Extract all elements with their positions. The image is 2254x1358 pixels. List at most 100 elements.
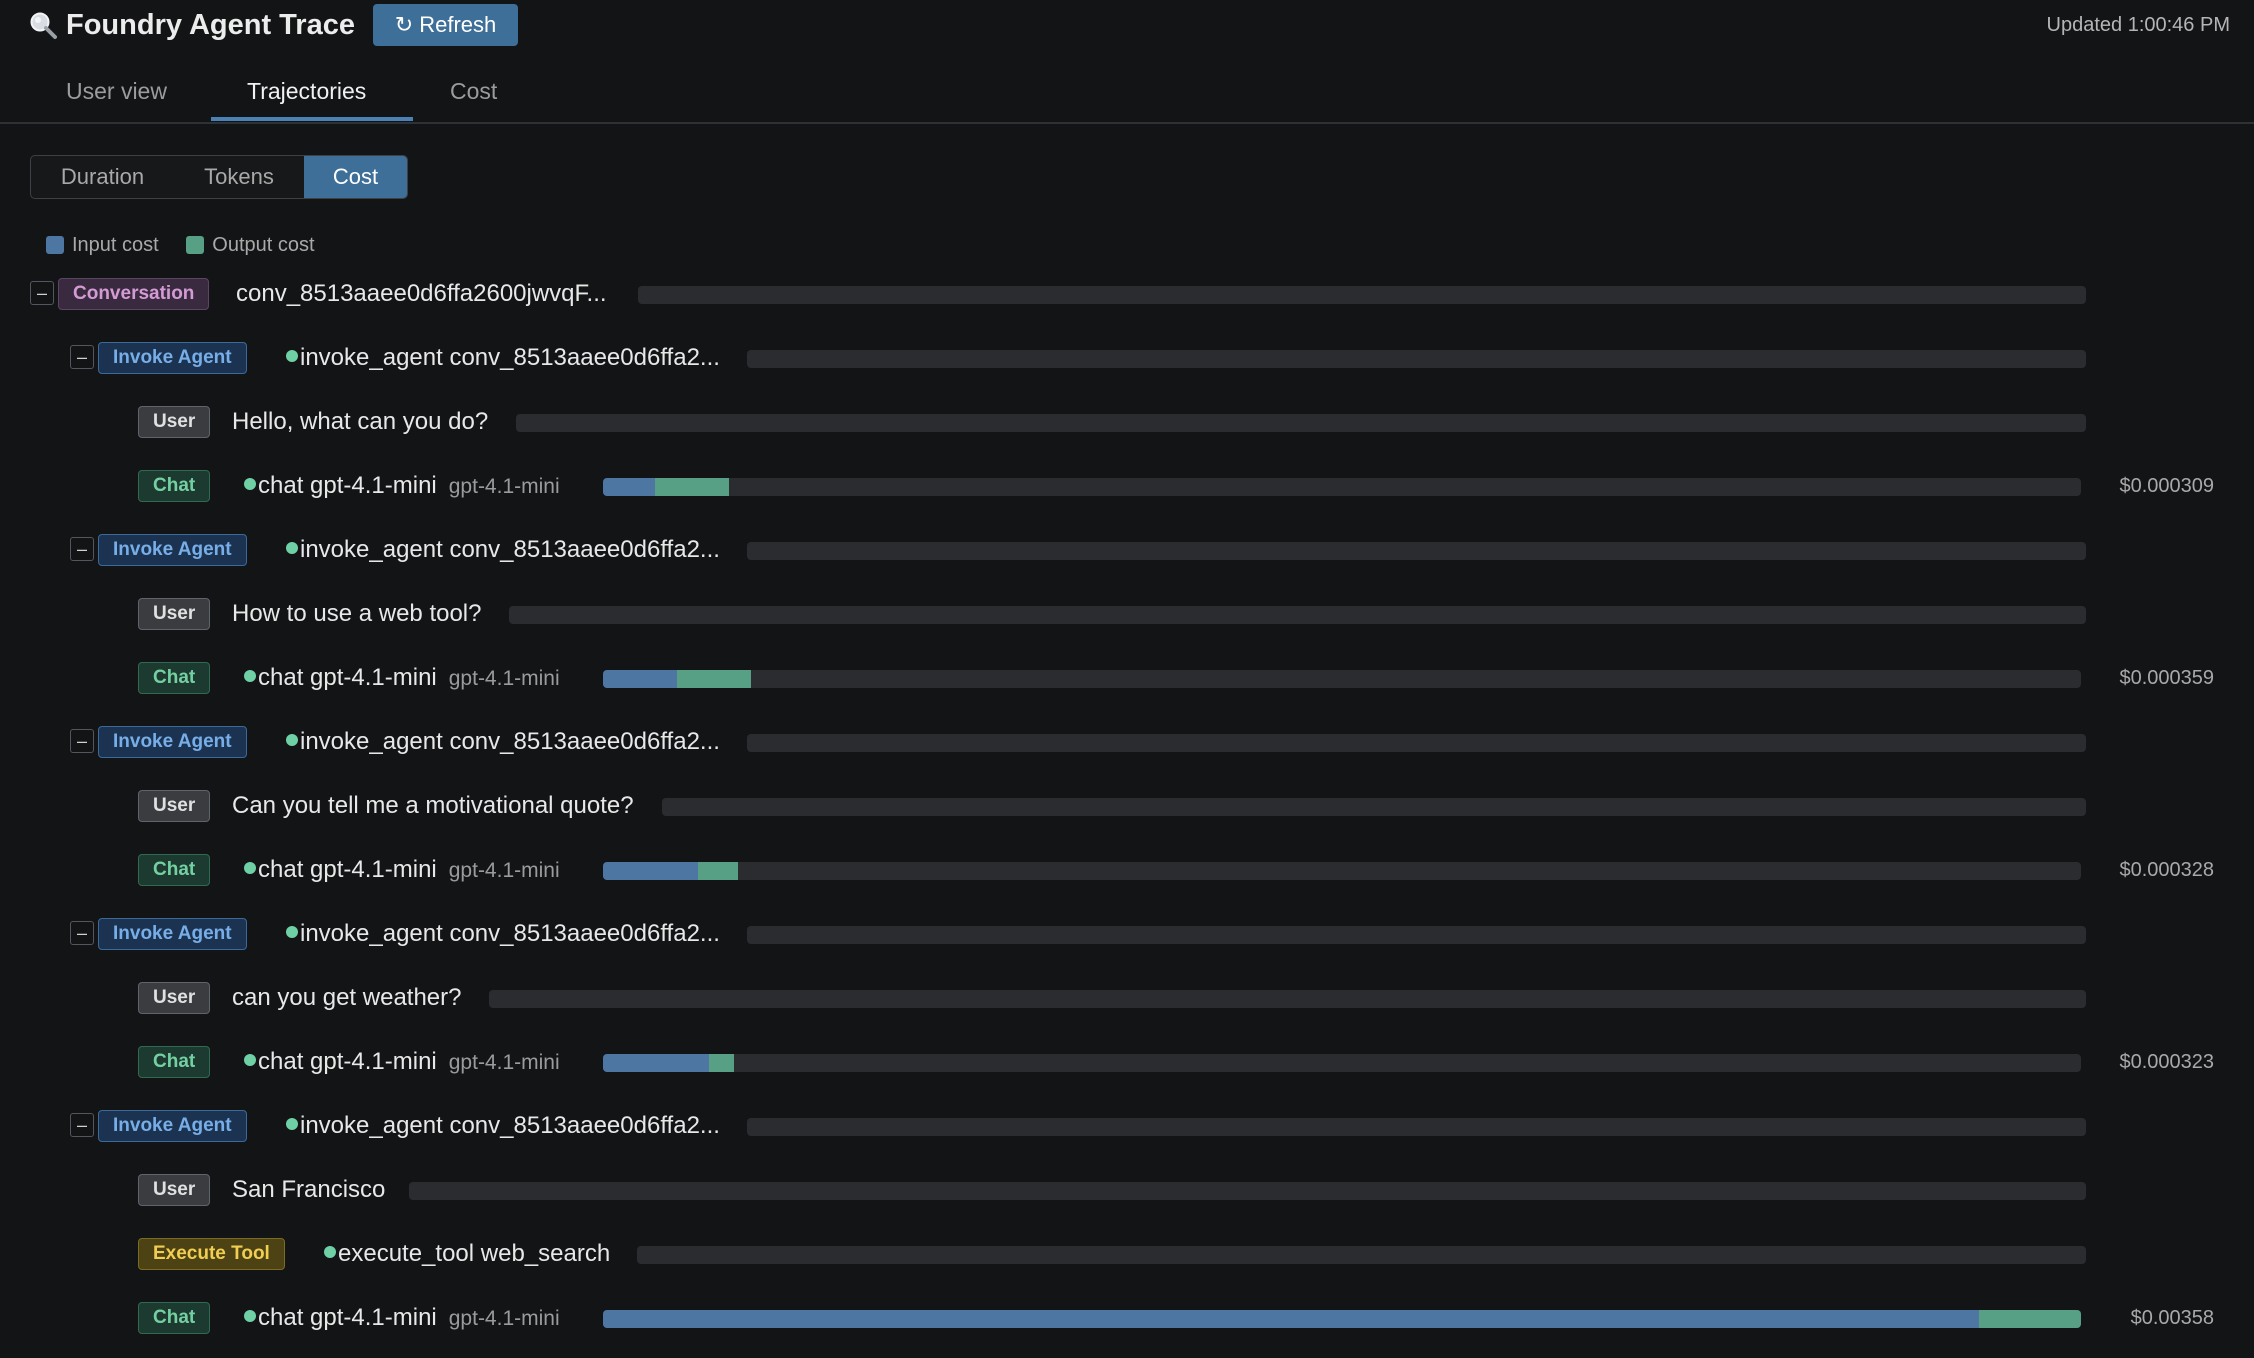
input-cost-bar: [603, 862, 698, 880]
status-dot-icon: [286, 926, 298, 938]
status-dot-icon: [244, 1310, 256, 1322]
span-label: Hello, what can you do?: [232, 406, 488, 438]
metric-duration-button[interactable]: Duration: [31, 156, 174, 198]
trace-row-tool[interactable]: Execute Tool execute_tool web_search: [0, 1234, 2254, 1274]
input-cost-bar: [603, 670, 677, 688]
output-cost-bar: [709, 1054, 734, 1072]
status-dot-icon: [286, 734, 298, 746]
trace-row-user[interactable]: User can you get weather?: [0, 978, 2254, 1018]
metric-toggle: Duration Tokens Cost: [30, 155, 408, 199]
span-type-badge: Conversation: [58, 278, 210, 310]
status-dot-icon: [244, 670, 256, 682]
span-name: conv_8513aaee0d6ffa2600jwvqF...: [236, 280, 607, 307]
trace-row-conv[interactable]: – Conversation conv_8513aaee0d6ffa2600jwvq…: [0, 274, 2254, 314]
span-name: invoke_agent conv_8513aaee0d6ffa2...: [300, 728, 720, 755]
span-type-badge: Invoke Agent: [98, 726, 247, 758]
span-type-badge: Chat: [138, 470, 211, 502]
trace-row-chat[interactable]: Chat chat gpt-4.1-mini gpt-4.1-mini $0.0035…: [0, 1298, 2254, 1338]
span-label: conv_8513aaee0d6ffa2600jwvqF...: [236, 278, 607, 310]
span-name: chat gpt-4.1-mini: [258, 1304, 437, 1331]
input-cost-bar: [603, 1054, 709, 1072]
span-label: San Francisco: [232, 1174, 385, 1206]
trace-row-agent[interactable]: – Invoke Agent invoke_agent conv_8513aaee0…: [0, 914, 2254, 954]
legend-output-label: Output cost: [212, 234, 315, 256]
legend-input-label: Input cost: [72, 234, 159, 256]
model-name: gpt-4.1-mini: [448, 475, 560, 498]
span-type-badge: Execute Tool: [138, 1238, 285, 1270]
collapse-toggle[interactable]: –: [30, 281, 54, 305]
metric-cost-button[interactable]: Cost: [304, 156, 407, 198]
trace-row-chat[interactable]: Chat chat gpt-4.1-mini gpt-4.1-mini $0.0003…: [0, 466, 2254, 506]
main-tabs: User view Trajectories Cost: [0, 70, 2254, 124]
refresh-button[interactable]: ↻ Refresh: [373, 4, 518, 46]
span-name: Hello, what can you do?: [232, 408, 489, 435]
tab-user-view[interactable]: User view: [66, 78, 167, 120]
top-bar: Foundry Agent Trace ↻ Refresh Updated 1:…: [0, 0, 2254, 52]
span-type-badge: Invoke Agent: [98, 1110, 247, 1142]
span-type-badge: User: [138, 406, 211, 438]
model-name: gpt-4.1-mini: [448, 859, 560, 882]
cost-bar-track: [662, 798, 2086, 816]
status-dot-icon: [286, 542, 298, 554]
trace-row-user[interactable]: User Hello, what can you do?: [0, 402, 2254, 442]
span-label: chat gpt-4.1-mini gpt-4.1-mini: [244, 1302, 560, 1334]
legend-output: Output cost: [186, 234, 315, 257]
cost-bar-track: [603, 670, 2081, 688]
span-type-badge: Invoke Agent: [98, 918, 247, 950]
updated-timestamp: Updated 1:00:46 PM: [2046, 14, 2230, 36]
cost-bar-track: [603, 862, 2081, 880]
app-title: Foundry Agent Trace: [66, 9, 355, 41]
tab-cost[interactable]: Cost: [450, 78, 497, 120]
collapse-toggle[interactable]: –: [70, 729, 94, 753]
trace-row-chat[interactable]: Chat chat gpt-4.1-mini gpt-4.1-mini $0.0003…: [0, 850, 2254, 890]
cost-bar-track: [489, 990, 2086, 1008]
span-label: chat gpt-4.1-mini gpt-4.1-mini: [244, 1046, 560, 1078]
trace-row-agent[interactable]: – Invoke Agent invoke_agent conv_8513aaee0…: [0, 338, 2254, 378]
output-cost-bar: [655, 478, 729, 496]
collapse-toggle[interactable]: –: [70, 921, 94, 945]
cost-bar-track: [603, 478, 2081, 496]
span-cost: $0.000323: [2119, 1051, 2214, 1073]
trace-row-agent[interactable]: – Invoke Agent invoke_agent conv_8513aaee0…: [0, 1106, 2254, 1146]
collapse-toggle[interactable]: –: [70, 537, 94, 561]
active-tab-indicator: [211, 117, 413, 121]
span-name: can you get weather?: [232, 984, 462, 1011]
span-name: Can you tell me a motivational quote?: [232, 792, 634, 819]
span-label: invoke_agent conv_8513aaee0d6ffa2...: [286, 534, 720, 566]
span-cost: $0.000328: [2119, 859, 2214, 881]
cost-bar-track: [509, 606, 2086, 624]
cost-bar-track: [747, 1118, 2086, 1136]
trace-row-agent[interactable]: – Invoke Agent invoke_agent conv_8513aaee0…: [0, 530, 2254, 570]
collapse-toggle[interactable]: –: [70, 345, 94, 369]
cost-bar-track: [747, 734, 2086, 752]
cost-bar-track: [747, 926, 2086, 944]
status-dot-icon: [244, 1054, 256, 1066]
collapse-toggle[interactable]: –: [70, 1113, 94, 1137]
output-cost-bar: [698, 862, 738, 880]
cost-bar-track: [516, 414, 2086, 432]
trace-row-user[interactable]: User How to use a web tool?: [0, 594, 2254, 634]
trace-row-agent[interactable]: – Invoke Agent invoke_agent conv_8513aaee0…: [0, 722, 2254, 762]
trace-row-user[interactable]: User Can you tell me a motivational quote…: [0, 786, 2254, 826]
cost-bar-track: [637, 1246, 2086, 1264]
metric-tokens-button[interactable]: Tokens: [174, 156, 304, 198]
span-label: invoke_agent conv_8513aaee0d6ffa2...: [286, 918, 720, 950]
trace-row-chat[interactable]: Chat chat gpt-4.1-mini gpt-4.1-mini $0.0003…: [0, 1042, 2254, 1082]
span-name: invoke_agent conv_8513aaee0d6ffa2...: [300, 344, 720, 371]
span-label: invoke_agent conv_8513aaee0d6ffa2...: [286, 1110, 720, 1142]
span-type-badge: Chat: [138, 1046, 211, 1078]
span-type-badge: User: [138, 790, 211, 822]
span-type-badge: Chat: [138, 854, 211, 886]
span-type-badge: Invoke Agent: [98, 534, 247, 566]
cost-bar-track: [747, 542, 2086, 560]
trace-row-user[interactable]: User San Francisco: [0, 1170, 2254, 1210]
cost-legend: Input cost Output cost: [46, 234, 337, 262]
span-cost: $0.000359: [2119, 667, 2214, 689]
tab-trajectories[interactable]: Trajectories: [247, 78, 366, 120]
status-dot-icon: [286, 1118, 298, 1130]
span-cost: $0.000309: [2119, 475, 2214, 497]
model-name: gpt-4.1-mini: [448, 1307, 560, 1330]
model-name: gpt-4.1-mini: [448, 1051, 560, 1074]
status-dot-icon: [244, 862, 256, 874]
trace-row-chat[interactable]: Chat chat gpt-4.1-mini gpt-4.1-mini $0.0003…: [0, 658, 2254, 698]
